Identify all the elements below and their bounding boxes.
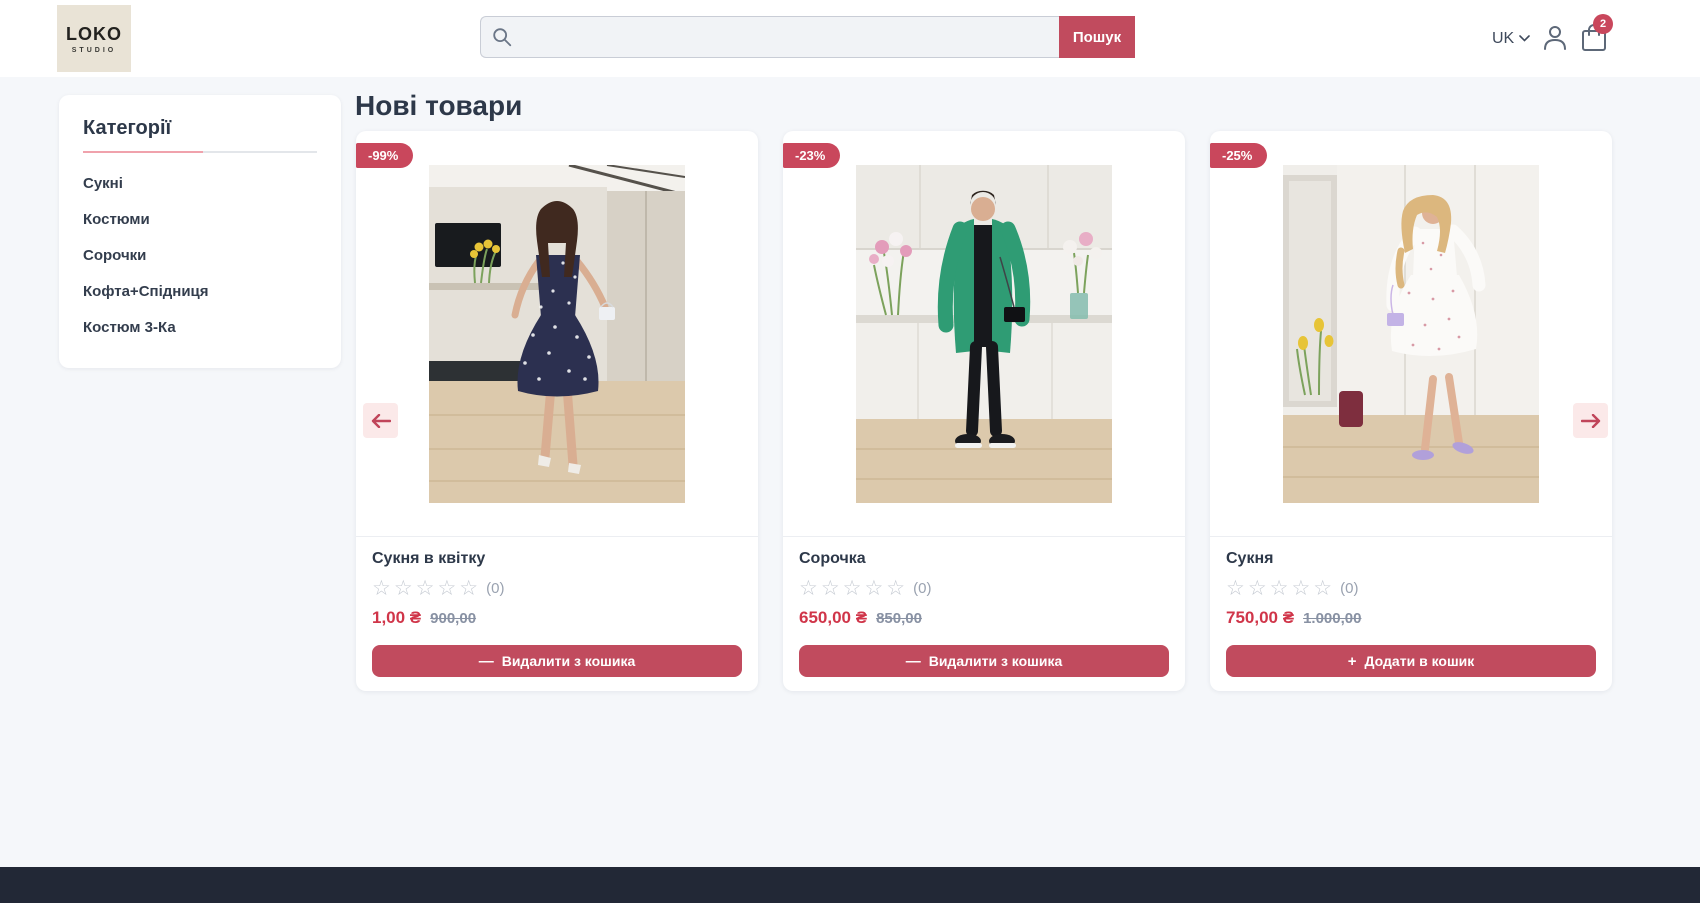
card-divider	[1210, 536, 1612, 537]
discount-badge: -25%	[1210, 143, 1267, 168]
cart-count-badge: 2	[1593, 14, 1613, 34]
product-card: -25%	[1210, 131, 1612, 691]
product-image-white-dress[interactable]	[1283, 165, 1539, 503]
logo-text: LOKO	[66, 24, 122, 45]
product-rating: ☆☆☆☆☆ (0)	[1226, 576, 1358, 601]
product-title[interactable]: Сорочка	[799, 550, 866, 568]
cta-label: Додати в кошик	[1365, 653, 1475, 669]
minus-icon: —	[479, 653, 494, 670]
product-card: -23%	[783, 131, 1185, 691]
price-row: 750,00 ₴ 1.000,00	[1226, 608, 1361, 628]
page: LOKO STUDIO Пошук UK	[0, 0, 1700, 903]
product-card: -99%	[356, 131, 758, 691]
language-selector[interactable]: UK	[1492, 0, 1530, 77]
arrow-right-icon	[1581, 414, 1601, 428]
price-row: 650,00 ₴ 850,00	[799, 608, 922, 628]
cta-label: Видалити з кошика	[502, 653, 636, 669]
product-rating: ☆☆☆☆☆ (0)	[799, 576, 931, 601]
minus-icon: —	[906, 653, 921, 670]
remove-from-cart-button[interactable]: — Видалити з кошика	[799, 645, 1169, 677]
language-label: UK	[1492, 30, 1514, 48]
footer-bar	[0, 867, 1700, 903]
page-title: Нові товари	[355, 90, 522, 122]
search-bar: Пошук	[480, 16, 1135, 58]
old-price: 900,00	[430, 610, 476, 627]
account-button[interactable]	[1540, 24, 1570, 54]
rating-stars-icon: ☆☆☆☆☆	[372, 577, 481, 600]
category-list: Сукні Костюми Сорочки Кофта+Спідниця Кос…	[59, 166, 341, 346]
logo-subtext: STUDIO	[72, 47, 116, 54]
rating-count: (0)	[486, 580, 504, 597]
sidebar-divider	[83, 151, 317, 153]
add-to-cart-button[interactable]: + Додати в кошик	[1226, 645, 1596, 677]
old-price: 850,00	[876, 610, 922, 627]
arrow-left-icon	[371, 414, 391, 428]
rating-count: (0)	[1340, 580, 1358, 597]
search-input[interactable]	[480, 16, 1059, 58]
current-price: 750,00 ₴	[1226, 608, 1294, 628]
old-price: 1.000,00	[1303, 610, 1361, 627]
header: LOKO STUDIO Пошук UK	[0, 0, 1700, 77]
product-title[interactable]: Сукня	[1226, 550, 1273, 568]
logo[interactable]: LOKO STUDIO	[57, 5, 131, 72]
card-divider	[356, 536, 758, 537]
categories-sidebar: Категорії Сукні Костюми Сорочки Кофта+Сп…	[59, 95, 341, 368]
carousel-next-button[interactable]	[1573, 403, 1608, 438]
card-divider	[783, 536, 1185, 537]
product-image-polka-dress[interactable]	[429, 165, 685, 503]
product-rating: ☆☆☆☆☆ (0)	[372, 576, 504, 601]
discount-badge: -99%	[356, 143, 413, 168]
product-title[interactable]: Сукня в квітку	[372, 550, 485, 568]
product-image-green-shirt[interactable]	[856, 165, 1112, 503]
remove-from-cart-button[interactable]: — Видалити з кошика	[372, 645, 742, 677]
chevron-down-icon	[1519, 35, 1530, 42]
plus-icon: +	[1348, 653, 1357, 670]
user-icon	[1542, 24, 1568, 52]
price-row: 1,00 ₴ 900,00	[372, 608, 476, 628]
sidebar-item-top-skirt[interactable]: Кофта+Спідниця	[59, 274, 341, 310]
sidebar-item-suits[interactable]: Костюми	[59, 202, 341, 238]
cart-button[interactable]: 2	[1578, 23, 1610, 55]
cta-label: Видалити з кошика	[929, 653, 1063, 669]
search-button[interactable]: Пошук	[1059, 16, 1135, 58]
sidebar-item-suit-3pc[interactable]: Костюм 3-Ка	[59, 310, 341, 346]
sidebar-item-shirts[interactable]: Сорочки	[59, 238, 341, 274]
carousel-prev-button[interactable]	[363, 403, 398, 438]
rating-stars-icon: ☆☆☆☆☆	[1226, 577, 1335, 600]
sidebar-title: Категорії	[83, 117, 317, 140]
discount-badge: -23%	[783, 143, 840, 168]
rating-count: (0)	[913, 580, 931, 597]
sidebar-item-dresses[interactable]: Сукні	[59, 166, 341, 202]
current-price: 650,00 ₴	[799, 608, 867, 628]
current-price: 1,00 ₴	[372, 608, 421, 628]
rating-stars-icon: ☆☆☆☆☆	[799, 577, 908, 600]
